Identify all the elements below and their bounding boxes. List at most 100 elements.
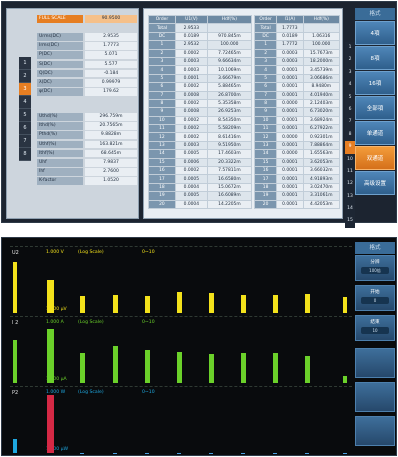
table-row[interactable]: 9 0.0008 26.9253m: [148, 107, 253, 117]
table-row[interactable]: 14 0.0000 1.65563m: [253, 149, 341, 159]
table-row[interactable]: 11 0.0001 6.27922m: [253, 124, 341, 134]
table-row[interactable]: 16 0.0001 3.66032m: [253, 166, 341, 176]
table-row[interactable]: 15 0.0001 3.62053m: [253, 157, 341, 168]
table-header: Hdf(%): [206, 14, 253, 25]
dc-values-group: Urms(DC) 2.9535 Irms(DC) 1.7773 P(DC) 5.071 S(…: [37, 33, 137, 97]
harmonic-bar: [305, 294, 310, 313]
order-cell: 14: [253, 149, 278, 159]
plot-order-range: 0~10: [142, 250, 155, 255]
table-row[interactable]: Total 2.9533: [148, 23, 253, 33]
table-row[interactable]: 5 0.0001 3.06686m: [253, 73, 341, 84]
order-cell: 4: [148, 65, 176, 75]
order-scroll[interactable]: 1 2 3 4 5 6 7 8 9 10 11 12 13 14 15: [345, 42, 355, 228]
order-page-number[interactable]: 13: [345, 191, 355, 203]
graph-setting-button[interactable]: 开始 0: [355, 285, 395, 311]
table-row[interactable]: 20 0.0001 4.42053m: [253, 199, 341, 210]
table-row[interactable]: 7 0.0001 4.01940m: [253, 90, 341, 100]
format-button[interactable]: 双通道: [355, 146, 395, 170]
table-row[interactable]: 2 0.0002 7.72465m: [148, 48, 253, 58]
graph-empty-button[interactable]: [355, 382, 395, 412]
table-row[interactable]: DC 0.0189 1.06316: [253, 31, 341, 42]
format-button[interactable]: 全部項: [355, 96, 395, 120]
nav-tab[interactable]: 3: [19, 83, 31, 96]
table-row[interactable]: 7 0.0008 26.8700m: [148, 90, 253, 100]
table-row[interactable]: 18 0.0001 3.02470m: [253, 182, 341, 193]
table-row[interactable]: 12 0.0002 8.61416m: [148, 132, 253, 142]
table-row[interactable]: 4 0.0001 3.45739m: [253, 65, 341, 75]
order-page-number[interactable]: 11: [345, 166, 355, 178]
table-row[interactable]: Total 1.7773: [253, 23, 341, 33]
nav-tab[interactable]: 1: [19, 57, 31, 70]
table-row[interactable]: 18 0.0004 15.0672m: [148, 182, 253, 193]
order-page-number[interactable]: 6: [345, 104, 355, 116]
order-page-number[interactable]: 12: [345, 178, 355, 190]
format-button[interactable]: 16項: [355, 71, 395, 95]
order-cell: 16: [148, 166, 176, 176]
order-page-number[interactable]: 4: [345, 79, 355, 91]
table-row[interactable]: 5 0.0001 3.66679m: [148, 73, 253, 84]
nav-tab[interactable]: 4: [19, 96, 31, 109]
table-row[interactable]: 4 0.0003 10.1069m: [148, 65, 253, 75]
order-cell: 6: [253, 82, 278, 92]
table-row[interactable]: 3 0.0003 18.2000m: [253, 56, 341, 67]
order-page-number[interactable]: 1: [345, 42, 355, 54]
value-cell: 26.9253m: [206, 107, 253, 117]
nav-tab[interactable]: 5: [19, 109, 31, 122]
table-row[interactable]: 13 0.0003 9.51950m: [148, 140, 253, 151]
graph-empty-button[interactable]: [355, 416, 395, 446]
table-row[interactable]: 16 0.0002 7.57811m: [148, 166, 253, 176]
format-button[interactable]: 4項: [355, 21, 395, 45]
table-row[interactable]: 14 0.0005 17.4603m: [148, 149, 253, 159]
order-page-number[interactable]: 8: [345, 129, 355, 141]
order-page-number[interactable]: 9: [345, 141, 355, 154]
table-row[interactable]: 6 0.0001 8.9480m: [253, 82, 341, 92]
table-row[interactable]: 10 0.0001 3.68924m: [253, 115, 341, 126]
table-row[interactable]: 13 0.0001 7.88864m: [253, 140, 341, 151]
table-row[interactable]: 12 0.0000 0.92301m: [253, 132, 341, 142]
order-page-number[interactable]: 2: [345, 54, 355, 66]
table-header: Hdf(%): [302, 14, 341, 25]
format-button[interactable]: 单通道: [355, 121, 395, 145]
order-page-number[interactable]: 10: [345, 154, 355, 166]
order-page-number[interactable]: 14: [345, 203, 355, 215]
table-row[interactable]: 8 0.0000 2.12403m: [253, 98, 341, 109]
table-row[interactable]: 9 0.0001 6.73020m: [253, 107, 341, 117]
table-row[interactable]: 10 0.0002 8.54350m: [148, 115, 253, 126]
harmonic-table[interactable]: Order U1(V) Hdf(%) Total 2.9533 DC 0.0189 970.8…: [143, 8, 343, 219]
table-row[interactable]: 15 0.0006 20.3322m: [148, 157, 253, 168]
value-cell: 100.000: [206, 40, 253, 50]
nav-tab[interactable]: 2: [19, 70, 31, 83]
harmonic-bar: [209, 293, 214, 313]
harmonic-bar: [113, 346, 118, 383]
table-row[interactable]: 8 0.0002 5.35358m: [148, 98, 253, 109]
graph-empty-button[interactable]: [355, 348, 395, 378]
graph-setting-button[interactable]: 结束 10: [355, 315, 395, 341]
table-row[interactable]: 6 0.0002 5.88465m: [148, 82, 253, 92]
table-row[interactable]: 3 0.0003 9.66634m: [148, 56, 253, 67]
table-row[interactable]: 19 0.0005 16.6089m: [148, 191, 253, 201]
order-page-number[interactable]: 5: [345, 92, 355, 104]
nav-tab[interactable]: 6: [19, 122, 31, 135]
table-row[interactable]: DC 0.0189 970.845m: [148, 31, 253, 42]
order-cell: 12: [253, 132, 278, 142]
table-row[interactable]: 19 0.0001 3.31061m: [253, 191, 341, 201]
format-button[interactable]: 8項: [355, 46, 395, 70]
graph-setting-button[interactable]: 分辨 100倍: [355, 255, 395, 281]
table-row[interactable]: 1 2.9532 100.000: [148, 40, 253, 50]
plot-channel-label: P2: [12, 390, 19, 396]
table-row[interactable]: 17 0.0001 4.91893m: [253, 174, 341, 184]
order-page-number[interactable]: 15: [345, 215, 355, 227]
value-cell: 3.02470m: [302, 182, 341, 193]
format-button[interactable]: 高级设置: [355, 171, 395, 195]
nav-tab[interactable]: 8: [19, 148, 31, 161]
table-row[interactable]: 2 0.0003 15.7673m: [253, 48, 341, 58]
table-row[interactable]: 17 0.0005 16.6580m: [148, 174, 253, 184]
order-page-number[interactable]: 7: [345, 116, 355, 128]
order-page-number[interactable]: 3: [345, 67, 355, 79]
order-cell: 13: [253, 140, 278, 151]
table-row[interactable]: 20 0.0004 14.2205m: [148, 199, 253, 210]
table-row[interactable]: 11 0.0002 5.58209m: [148, 124, 253, 134]
value-cell: 3.66679m: [206, 73, 253, 84]
table-row[interactable]: 1 1.7772 100.000: [253, 40, 341, 50]
nav-tab[interactable]: 7: [19, 135, 31, 148]
